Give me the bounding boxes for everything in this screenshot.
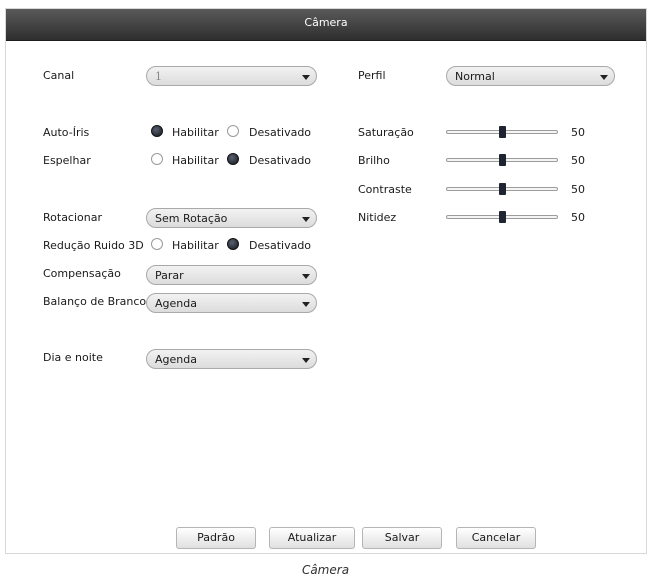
espelhar-desativado-label: Desativado [249,154,312,167]
canal-label: Canal [43,69,75,82]
perfil-select[interactable]: Normal [446,66,615,86]
reducao-ruido-desativado-radio[interactable] [227,238,239,250]
compensacao-label: Compensação [43,267,121,280]
espelhar-label: Espelhar [43,154,91,167]
dia-noite-select[interactable]: Agenda [146,349,317,369]
auto-iris-label: Auto-Íris [43,126,90,139]
nitidez-label: Nitidez [358,211,397,224]
saturacao-label: Saturação [358,126,414,139]
slider-thumb[interactable] [499,154,506,166]
brilho-slider[interactable] [446,153,558,167]
dia-noite-value: Agenda [155,353,197,366]
chevron-down-icon [598,71,609,82]
contraste-value: 50 [571,183,585,196]
slider-thumb[interactable] [499,211,506,223]
saturacao-slider[interactable] [446,125,558,139]
contraste-label: Contraste [358,183,412,196]
chevron-down-icon [300,213,311,224]
auto-iris-desativado-radio[interactable] [227,125,239,137]
nitidez-value: 50 [571,211,585,224]
chevron-down-icon [300,71,311,82]
reducao-ruido-habilitar-radio[interactable] [151,238,163,250]
balanco-branco-select[interactable]: Agenda [146,293,317,313]
dia-noite-label: Dia e noite [43,351,103,364]
balanco-branco-label: Balanço de Branco [43,295,147,308]
reducao-ruido-desativado-label: Desativado [249,239,312,252]
canal-value: 1 [155,70,162,83]
canal-select: 1 [146,66,317,86]
slider-thumb[interactable] [499,126,506,138]
espelhar-habilitar-label: Habilitar [172,154,219,167]
compensacao-select[interactable]: Parar [146,265,317,285]
saturacao-value: 50 [571,126,585,139]
camera-settings-window: Câmera Canal 1 Perfil Normal Auto-Íris H… [5,8,647,554]
chevron-down-icon [300,270,311,281]
reducao-ruido-habilitar-label: Habilitar [172,239,219,252]
refresh-button[interactable]: Atualizar [269,527,355,549]
perfil-label: Perfil [358,69,386,82]
cancel-button[interactable]: Cancelar [456,527,536,549]
figure-caption: Câmera [301,563,350,577]
auto-iris-desativado-label: Desativado [249,126,312,139]
chevron-down-icon [300,298,311,309]
rotacionar-select[interactable]: Sem Rotação [146,208,317,228]
reducao-ruido-label: Redução Ruido 3D [43,239,144,252]
slider-thumb[interactable] [499,183,506,195]
save-button[interactable]: Salvar [362,527,442,549]
auto-iris-habilitar-label: Habilitar [172,126,219,139]
brilho-label: Brilho [358,154,390,167]
compensacao-value: Parar [155,269,184,282]
brilho-value: 50 [571,154,585,167]
contraste-slider[interactable] [446,182,558,196]
auto-iris-habilitar-radio[interactable] [151,125,163,137]
nitidez-slider[interactable] [446,210,558,224]
perfil-value: Normal [455,70,495,83]
default-button[interactable]: Padrão [176,527,256,549]
window-title: Câmera [6,9,646,41]
rotacionar-label: Rotacionar [43,211,103,224]
chevron-down-icon [300,354,311,365]
rotacionar-value: Sem Rotação [155,212,228,225]
espelhar-desativado-radio[interactable] [227,153,239,165]
balanco-branco-value: Agenda [155,297,197,310]
espelhar-habilitar-radio[interactable] [151,153,163,165]
